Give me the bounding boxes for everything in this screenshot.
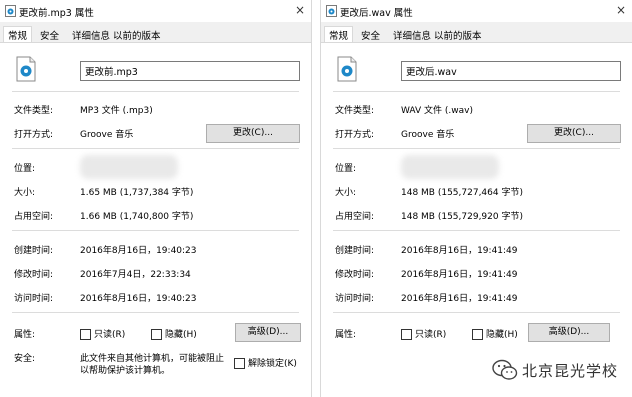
attributes-label: 属性: [14,330,36,340]
audio-file-icon [16,56,36,82]
unblock-label: 解除锁定(K) [248,359,297,369]
open-with-label: 打开方式: [335,130,375,140]
tab-security[interactable]: 安全 [361,28,380,42]
created-value: 2016年8月16日，19:41:49 [401,246,518,256]
readonly-checkbox[interactable]: 只读(R) [80,327,125,340]
close-icon[interactable]: × [295,3,305,17]
checkbox-box[interactable] [401,329,412,340]
checkbox-box[interactable] [80,329,91,340]
hidden-checkbox[interactable]: 隐藏(H) [151,327,197,340]
size-label: 大小: [14,188,36,198]
change-button[interactable]: 更改(C)... [206,124,300,143]
wechat-logo-icon [492,359,518,380]
tab-general[interactable]: 常规 [324,26,354,42]
tab-security[interactable]: 安全 [40,28,59,42]
filename-field[interactable]: 更改后.wav [401,61,621,81]
open-with-value: Groove 音乐 [401,130,455,140]
disk-size-label: 占用空间: [14,212,54,222]
location-label: 位置: [335,164,357,174]
readonly-label: 只读(R) [94,330,126,340]
audio-file-icon [337,56,357,82]
divider [333,312,620,313]
accessed-value: 2016年8月16日，19:40:23 [80,294,197,304]
open-with-value: Groove 音乐 [80,130,134,140]
tab-previous-versions[interactable]: 以前的版本 [113,28,161,42]
filename-field[interactable]: 更改前.mp3 [80,61,300,81]
readonly-label: 只读(R) [415,330,447,340]
properties-dialog-left: 更改前.mp3 属性 × 常规 安全 详细信息 以前的版本 更改前.mp3 文件… [0,0,312,397]
file-type-label: 文件类型: [14,106,54,116]
divider [333,230,620,231]
security-text-line2: 以帮助保护该计算机。 [80,366,171,376]
created-value: 2016年8月16日，19:40:23 [80,246,197,256]
title-bar: 更改前.mp3 属性 × [0,0,311,22]
modified-label: 修改时间: [335,270,375,280]
general-panel: 更改后.wav 文件类型: WAV 文件 (.wav) 打开方式: Groove… [321,42,632,397]
disk-size-label: 占用空间: [335,212,375,222]
change-button[interactable]: 更改(C)... [527,124,621,143]
tab-details[interactable]: 详细信息 [72,28,110,42]
window-title: 更改前.mp3 属性 [19,8,94,19]
created-label: 创建时间: [14,246,54,256]
divider [333,91,620,92]
audio-file-icon [326,5,337,17]
size-value: 1.65 MB (1,737,384 字节) [80,188,194,198]
advanced-button[interactable]: 高级(D)... [528,323,610,342]
location-label: 位置: [14,164,36,174]
hidden-label: 隐藏(H) [486,330,518,340]
tab-strip: 常规 安全 详细信息 以前的版本 [321,26,632,42]
created-label: 创建时间: [335,246,375,256]
watermark-text: 北京昆光学校 [522,362,619,380]
tab-strip: 常规 安全 详细信息 以前的版本 [0,26,311,42]
window-title: 更改后.wav 属性 [340,8,413,19]
hidden-checkbox[interactable]: 隐藏(H) [472,327,518,340]
tab-general[interactable]: 常规 [3,26,33,42]
open-with-label: 打开方式: [14,130,54,140]
disk-size-value: 1.66 MB (1,740,800 字节) [80,212,194,222]
disk-size-value: 148 MB (155,729,920 字节) [401,212,523,222]
accessed-value: 2016年8月16日，19:41:49 [401,294,518,304]
audio-file-icon [5,5,16,17]
general-panel: 更改前.mp3 文件类型: MP3 文件 (.mp3) 打开方式: Groove… [0,42,311,397]
tab-previous-versions[interactable]: 以前的版本 [434,28,482,42]
attributes-label: 属性: [335,330,357,340]
divider [12,91,299,92]
security-label: 安全: [14,354,36,364]
divider [12,148,299,149]
file-type-label: 文件类型: [335,106,375,116]
divider [12,230,299,231]
readonly-checkbox[interactable]: 只读(R) [401,327,446,340]
title-bar: 更改后.wav 属性 × [321,0,632,22]
location-value-redacted [80,155,178,179]
location-value-redacted [401,155,499,179]
divider [12,312,299,313]
modified-label: 修改时间: [14,270,54,280]
size-value: 148 MB (155,727,464 字节) [401,188,523,198]
checkbox-box[interactable] [472,329,483,340]
file-type-value: MP3 文件 (.mp3) [80,106,153,116]
unblock-checkbox[interactable]: 解除锁定(K) [234,356,297,369]
modified-value: 2016年7月4日，22:33:34 [80,270,191,280]
checkbox-box[interactable] [151,329,162,340]
advanced-button[interactable]: 高级(D)... [235,323,301,342]
checkbox-box[interactable] [234,358,245,369]
modified-value: 2016年8月16日，19:41:49 [401,270,518,280]
tab-details[interactable]: 详细信息 [393,28,431,42]
watermark: 北京昆光学校 [478,354,628,388]
close-icon[interactable]: × [616,3,626,17]
size-label: 大小: [335,188,357,198]
accessed-label: 访问时间: [335,294,375,304]
hidden-label: 隐藏(H) [165,330,197,340]
divider [333,148,620,149]
accessed-label: 访问时间: [14,294,54,304]
properties-dialog-right: 更改后.wav 属性 × 常规 安全 详细信息 以前的版本 更改后.wav 文件… [320,0,632,397]
file-type-value: WAV 文件 (.wav) [401,106,473,116]
